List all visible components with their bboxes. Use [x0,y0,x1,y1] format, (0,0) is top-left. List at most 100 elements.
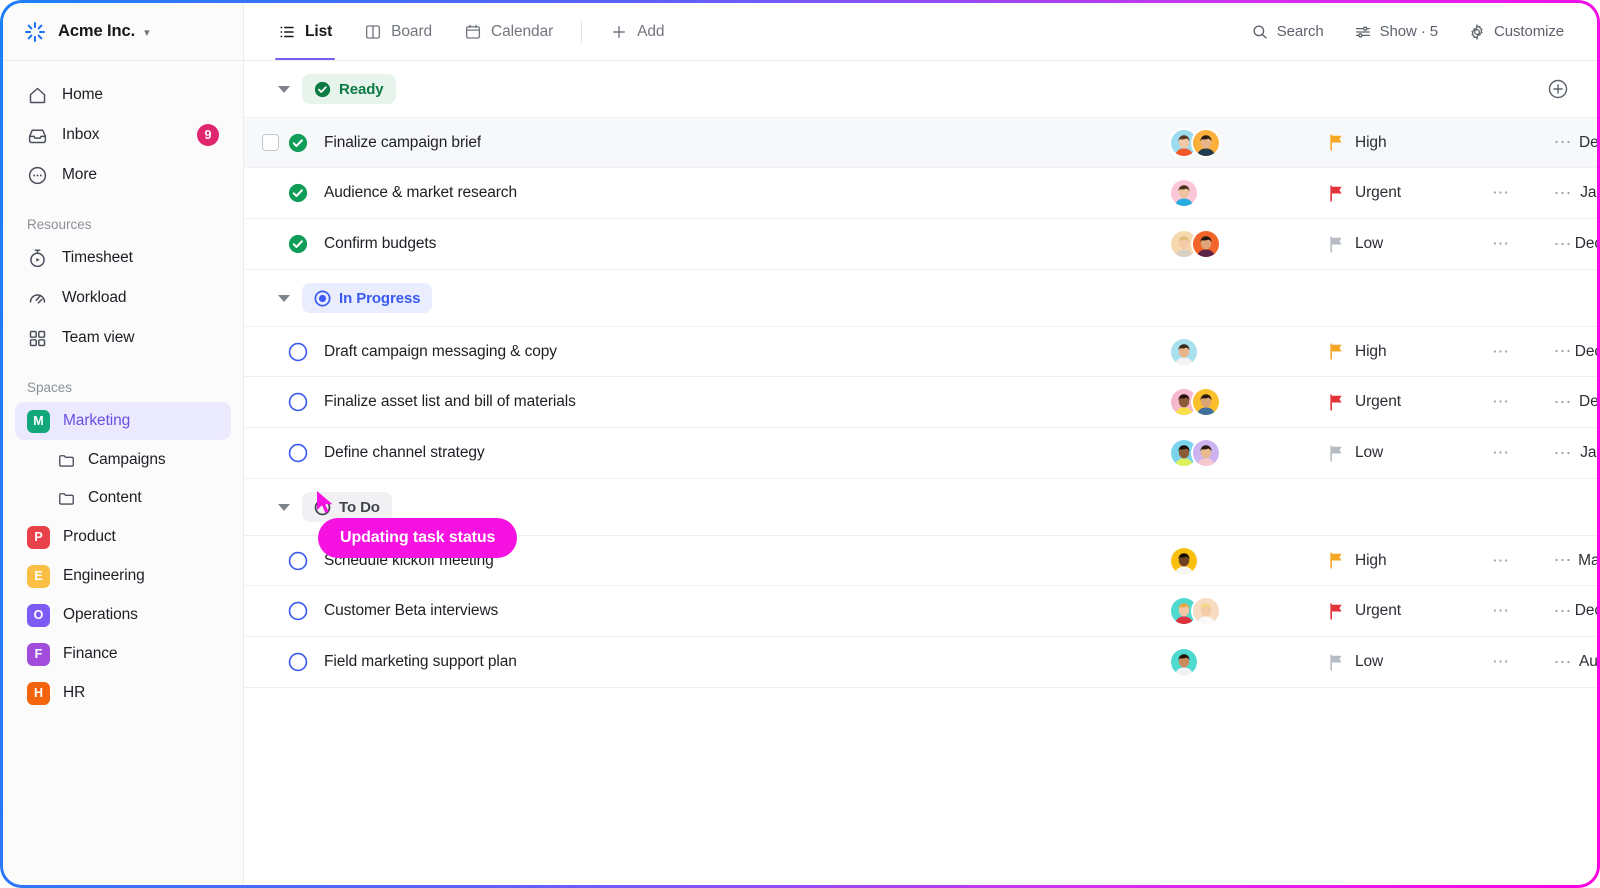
collapse-group-caret-icon[interactable] [278,85,290,93]
task-status-done-icon[interactable] [288,234,308,254]
table-row[interactable]: Finalize asset list and bill of material… [244,377,1597,428]
assignee-group[interactable] [1169,178,1319,208]
avatar[interactable] [1191,229,1221,259]
priority-overflow-icon[interactable]: ⋯ [1492,551,1511,571]
assignee-group[interactable] [1169,387,1319,417]
task-group-header: In Progress [244,270,1597,326]
assignee-group[interactable] [1169,647,1319,677]
table-row[interactable]: Audience & market researchUrgent⋯Jan 1⋯ [244,168,1597,219]
ellipsis-icon[interactable]: ⋯ [1554,601,1574,622]
priority-overflow-icon[interactable]: ⋯ [1492,392,1511,412]
customize-button[interactable]: Customize [1457,16,1575,48]
sidebar-space-finance[interactable]: F Finance [15,635,231,673]
task-status-done-icon[interactable] [288,183,308,203]
priority-cell[interactable]: High [1329,552,1479,570]
workspace-switcher[interactable]: Acme Inc. ▾ [3,3,243,61]
collapse-group-caret-icon[interactable] [278,294,290,302]
ellipsis-icon[interactable]: ⋯ [1554,550,1574,571]
table-row[interactable]: Finalize campaign briefHighDec 6⋯ [244,117,1597,168]
sidebar-space-hr[interactable]: H HR [15,674,231,712]
sidebar-item-workload[interactable]: Workload [15,278,231,318]
priority-overflow-icon[interactable]: ⋯ [1492,183,1511,203]
sidebar-folder-campaigns[interactable]: Campaigns [15,441,231,479]
priority-cell[interactable]: Urgent [1329,602,1479,620]
tab-list[interactable]: List [264,3,346,60]
ellipsis-icon[interactable]: ⋯ [1554,443,1574,464]
table-row[interactable]: Confirm budgetsLow⋯Dec 25⋯ [244,219,1597,270]
priority-overflow-icon[interactable]: ⋯ [1492,601,1511,621]
priority-cell[interactable]: Urgent [1329,393,1479,411]
ellipsis-icon[interactable]: ⋯ [1554,341,1574,362]
priority-cell[interactable]: Low [1329,235,1479,253]
sidebar-item-home[interactable]: Home [15,75,231,115]
avatar[interactable] [1191,127,1221,158]
sidebar-space-marketing[interactable]: M Marketing [15,402,231,440]
view-tabs: List Board Calendar Add [264,3,678,60]
assignee-group[interactable] [1169,229,1319,259]
task-group-header: To Do [244,479,1597,535]
avatar[interactable] [1169,545,1199,576]
group-status-badge[interactable]: Ready [302,74,396,104]
sidebar-item-inbox[interactable]: Inbox 9 [15,115,231,155]
priority-overflow-icon[interactable]: ⋯ [1492,652,1511,672]
priority-cell[interactable]: Low [1329,444,1479,462]
assignee-group[interactable] [1169,336,1319,367]
table-row[interactable]: Customer Beta interviewsUrgent⋯Dec 17⋯ [244,586,1597,637]
avatar[interactable] [1191,387,1221,417]
avatar[interactable] [1169,336,1199,367]
sidebar-item-more[interactable]: More [15,155,231,195]
task-status-open-icon[interactable] [288,342,308,362]
table-row[interactable]: Field marketing support planLow⋯Aug 6⋯ [244,637,1597,688]
ellipsis-icon[interactable]: ⋯ [1554,392,1574,413]
task-status-open-icon[interactable] [288,551,308,571]
task-status-open-icon[interactable] [288,652,308,672]
table-row[interactable]: Define channel strategyLow⋯Jan 6⋯ [244,428,1597,479]
avatar[interactable] [1191,438,1221,468]
priority-label: Low [1355,653,1384,670]
space-avatar: E [27,564,50,588]
table-row[interactable]: Schedule kickoff meetingHigh⋯May 5⋯ [244,535,1597,586]
group-status-badge[interactable]: To Do [302,492,392,522]
assignee-group[interactable] [1169,438,1319,468]
search-button[interactable]: Search [1240,16,1335,48]
tab-calendar[interactable]: Calendar [450,3,567,60]
show-filter-button[interactable]: Show · 5 [1343,16,1449,48]
ellipsis-icon[interactable]: ⋯ [1554,183,1574,204]
spaces-section-title: Spaces [27,380,73,395]
priority-overflow-icon[interactable]: ⋯ [1492,342,1511,362]
sidebar-item-team-view[interactable]: Team view [15,318,231,358]
avatar[interactable] [1169,647,1199,677]
sidebar-space-operations[interactable]: O Operations [15,596,231,634]
priority-cell[interactable]: High [1329,343,1479,361]
task-status-done-icon[interactable] [288,133,308,153]
tab-add[interactable]: Add [596,3,678,60]
ellipsis-icon[interactable]: ⋯ [1554,652,1574,673]
priority-overflow-icon[interactable]: ⋯ [1492,443,1511,463]
collapse-group-caret-icon[interactable] [278,503,290,511]
plus-circle-icon[interactable] [1547,78,1569,100]
sidebar-space-product[interactable]: P Product [15,518,231,556]
sidebar-space-engineering[interactable]: E Engineering [15,557,231,595]
sidebar-item-timesheet[interactable]: Timesheet [15,238,231,278]
priority-overflow-icon[interactable]: ⋯ [1492,234,1511,254]
assignee-group[interactable] [1169,127,1319,158]
avatar[interactable] [1169,178,1199,208]
assignee-group[interactable] [1169,545,1319,576]
sidebar-folder-content[interactable]: Content [15,479,231,517]
sidebar-item-label: Campaigns [88,451,166,468]
task-status-open-icon[interactable] [288,601,308,621]
priority-cell[interactable]: Low [1329,653,1479,671]
task-name: Finalize asset list and bill of material… [324,393,576,410]
priority-cell[interactable]: Urgent [1329,184,1479,202]
table-row[interactable]: Draft campaign messaging & copyHigh⋯Dec … [244,326,1597,377]
assignee-group[interactable] [1169,596,1319,626]
task-status-open-icon[interactable] [288,443,308,463]
ellipsis-icon[interactable]: ⋯ [1554,234,1574,255]
group-status-badge[interactable]: In Progress [302,283,433,313]
task-status-open-icon[interactable] [288,392,308,412]
ellipsis-icon[interactable]: ⋯ [1554,132,1574,153]
row-select-checkbox[interactable] [262,134,279,151]
avatar[interactable] [1191,596,1221,626]
tab-board[interactable]: Board [350,3,446,60]
priority-cell[interactable]: High [1329,134,1479,152]
